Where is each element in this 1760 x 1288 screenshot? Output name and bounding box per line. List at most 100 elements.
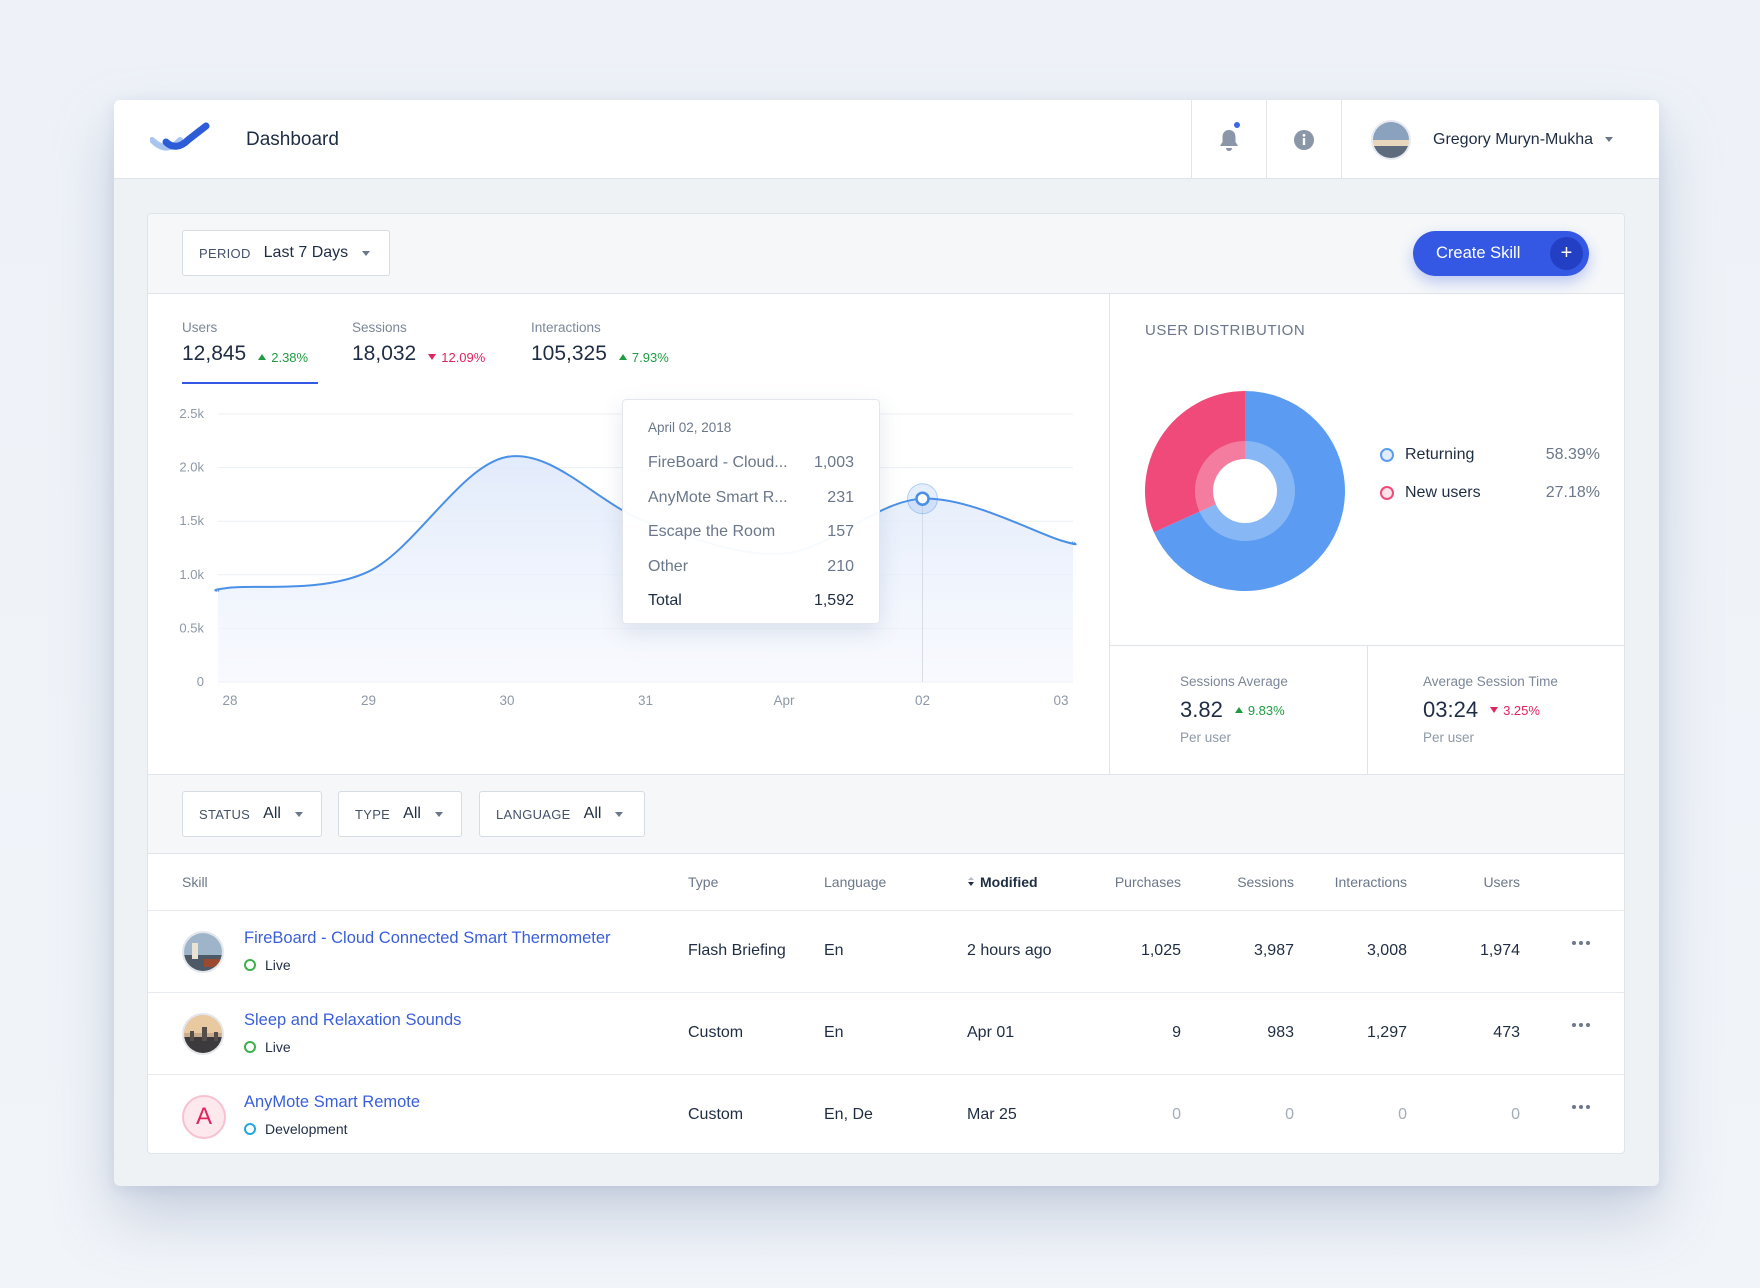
- type-filter[interactable]: TYPE All: [338, 791, 462, 837]
- status-filter[interactable]: STATUS All: [182, 791, 322, 837]
- distribution-donut-chart[interactable]: [1143, 389, 1347, 593]
- table-row[interactable]: FireBoard - Cloud Connected Smart Thermo…: [148, 911, 1624, 993]
- tooltip-row: Escape the Room 157: [648, 523, 854, 540]
- cell-language: En: [824, 942, 844, 959]
- stat-sessions[interactable]: Sessions 18,032 12.09%: [352, 320, 485, 366]
- cell-language: En: [824, 1024, 844, 1041]
- chart-area: 0 0.5k 1.0k 1.5k 2.0k 2.5k 28 29 30 31 Apr 02 03 Use…: [148, 294, 1109, 774]
- metric-delta: 3.25%: [1490, 703, 1540, 718]
- filters-bar: STATUS All TYPE All LANGUAGE All: [148, 774, 1624, 854]
- chevron-down-icon: [294, 811, 303, 817]
- cell-sessions: 983: [1267, 1024, 1294, 1041]
- y-tick-label: 1.5k: [179, 513, 204, 528]
- notifications-button[interactable]: [1191, 100, 1266, 179]
- legend-new-users: New users 27.18%: [1380, 484, 1600, 502]
- period-value: Last 7 Days: [263, 244, 349, 261]
- app-logo[interactable]: [150, 122, 212, 154]
- chevron-down-icon: [615, 811, 624, 817]
- donut-hole: [1213, 459, 1277, 523]
- y-tick-label: 0: [197, 674, 204, 689]
- metric-label: Average Session Time: [1423, 674, 1558, 689]
- metric-sub: Per user: [1180, 730, 1232, 745]
- filter-value: All: [263, 805, 281, 822]
- create-skill-button[interactable]: Create Skill +: [1413, 231, 1589, 276]
- x-tick-label: 30: [499, 693, 514, 708]
- status-dot: [244, 959, 256, 971]
- status-badge: Live: [244, 957, 291, 973]
- skills-table: Skill Type Language Modified Purchases S…: [148, 854, 1624, 1153]
- cell-interactions: 0: [1398, 1106, 1407, 1123]
- status-dot: [244, 1123, 256, 1135]
- skill-name-link[interactable]: Sleep and Relaxation Sounds: [244, 1011, 461, 1030]
- cell-purchases: 1,025: [1140, 942, 1181, 959]
- stat-label: Sessions: [352, 320, 407, 335]
- column-header-sessions[interactable]: Sessions: [1214, 874, 1294, 890]
- period-dropdown[interactable]: PERIOD Last 7 Days: [182, 230, 390, 276]
- top-header: Dashboard Gregory Muryn-Mukha: [114, 100, 1659, 179]
- arrow-down-icon: [1490, 707, 1499, 713]
- stat-delta: 7.93%: [618, 350, 669, 365]
- cell-users: 0: [1511, 1106, 1520, 1123]
- more-options-icon[interactable]: [1572, 1105, 1590, 1109]
- metric-average-session-time: Average Session Time 03:24 3.25% Per use…: [1367, 646, 1624, 774]
- cell-type: Flash Briefing: [688, 942, 786, 959]
- chart-tooltip: April 02, 2018 FireBoard - Cloud... 1,003…: [622, 399, 880, 624]
- legend-returning: Returning 58.39%: [1380, 446, 1600, 464]
- cell-sessions: 0: [1285, 1106, 1294, 1123]
- dashboard-panel: PERIOD Last 7 Days Create Skill + 0 0.5k 1…: [147, 213, 1625, 1154]
- x-tick-label: 31: [638, 693, 653, 708]
- y-tick-label: 2.5k: [179, 406, 204, 421]
- language-filter[interactable]: LANGUAGE All: [479, 791, 645, 837]
- stat-delta: 12.09%: [428, 350, 485, 365]
- column-header-type[interactable]: Type: [688, 874, 718, 890]
- tooltip-date: April 02, 2018: [648, 420, 732, 435]
- metric-delta: 9.83%: [1234, 703, 1285, 718]
- stat-interactions[interactable]: Interactions 105,325 7.93%: [531, 320, 669, 366]
- table-row[interactable]: A AnyMote Smart Remote Development Custo…: [148, 1075, 1624, 1153]
- more-options-icon[interactable]: [1572, 941, 1590, 945]
- y-tick-label: 1.0k: [179, 567, 204, 582]
- cell-interactions: 1,297: [1366, 1024, 1407, 1041]
- stat-delta: 2.38%: [258, 350, 308, 365]
- stat-value: 18,032: [352, 342, 417, 365]
- info-button[interactable]: [1266, 100, 1341, 179]
- column-header-users[interactable]: Users: [1440, 874, 1520, 890]
- highlight-point: [915, 491, 930, 506]
- app-window: Dashboard Gregory Muryn-Mukha PERIOD Las…: [114, 100, 1659, 1186]
- chevron-down-icon: [362, 250, 371, 256]
- x-tick-label: 29: [361, 693, 376, 708]
- active-stat-indicator: [182, 382, 318, 384]
- status-dot: [244, 1041, 256, 1053]
- avatar: [1371, 119, 1411, 160]
- skill-thumbnail: [182, 931, 224, 973]
- column-header-purchases[interactable]: Purchases: [1101, 874, 1181, 890]
- table-row[interactable]: Sleep and Relaxation Sounds Live Custom …: [148, 993, 1624, 1075]
- cell-sessions: 3,987: [1253, 942, 1294, 959]
- cell-users: 473: [1493, 1024, 1520, 1041]
- skill-name-link[interactable]: AnyMote Smart Remote: [244, 1093, 420, 1112]
- x-tick-label: 03: [1053, 693, 1068, 708]
- filter-label: TYPE: [355, 806, 391, 822]
- filter-value: All: [403, 805, 421, 822]
- user-menu[interactable]: Gregory Muryn-Mukha: [1341, 100, 1659, 179]
- column-header-skill[interactable]: Skill: [182, 874, 208, 890]
- cell-purchases: 9: [1172, 1024, 1181, 1041]
- filter-value: All: [583, 805, 602, 822]
- skill-letter-avatar: A: [182, 1095, 226, 1139]
- metric-sessions-average: Sessions Average 3.82 9.83% Per user: [1109, 646, 1367, 774]
- cell-interactions: 3,008: [1366, 942, 1407, 959]
- stat-users[interactable]: Users 12,845 2.38%: [182, 320, 308, 366]
- user-distribution: USER DISTRIBUTION Returning 58.39% New u…: [1109, 294, 1624, 646]
- toolbar: PERIOD Last 7 Days Create Skill +: [148, 214, 1624, 294]
- column-header-interactions[interactable]: Interactions: [1307, 874, 1407, 890]
- column-header-modified[interactable]: Modified: [967, 874, 1038, 890]
- info-icon: [1294, 129, 1314, 150]
- more-options-icon[interactable]: [1572, 1023, 1590, 1027]
- x-tick-label: 02: [915, 693, 930, 708]
- arrow-up-icon: [1234, 707, 1243, 713]
- cell-modified: Mar 25: [967, 1106, 1017, 1123]
- distribution-title: USER DISTRIBUTION: [1145, 322, 1306, 339]
- column-header-language[interactable]: Language: [824, 874, 886, 890]
- skill-name-link[interactable]: FireBoard - Cloud Connected Smart Thermo…: [244, 929, 611, 948]
- status-badge: Development: [244, 1121, 348, 1137]
